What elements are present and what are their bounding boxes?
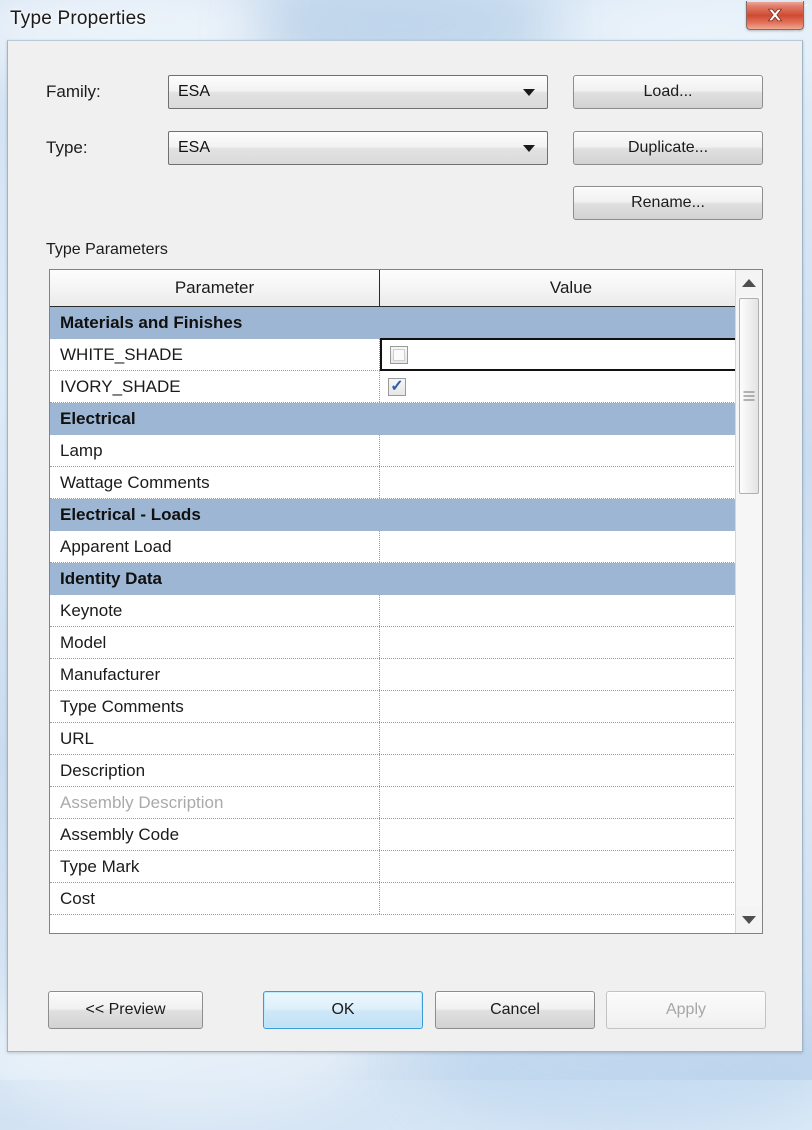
triangle-down-icon bbox=[742, 916, 756, 924]
parameter-name-cell: Apparent Load bbox=[50, 531, 380, 562]
preview-button[interactable]: << Preview bbox=[48, 991, 203, 1029]
parameter-name-cell: IVORY_SHADE bbox=[50, 371, 380, 402]
scrollbar-thumb[interactable] bbox=[739, 298, 759, 494]
chevron-down-icon bbox=[523, 89, 535, 96]
rename-button[interactable]: Rename... bbox=[573, 186, 763, 220]
family-row: Family: ESA Load... bbox=[8, 73, 802, 111]
table-row[interactable]: Assembly Description bbox=[50, 787, 762, 819]
parameter-group-label: Materials and Finishes bbox=[60, 313, 243, 332]
parameter-value-cell[interactable] bbox=[380, 659, 762, 690]
triangle-up-icon bbox=[742, 279, 756, 287]
parameter-name-cell: Keynote bbox=[50, 595, 380, 626]
ok-button[interactable]: OK bbox=[263, 991, 423, 1029]
table-row[interactable]: Lamp bbox=[50, 435, 762, 467]
parameter-group-header[interactable]: Electrical - Loads« bbox=[50, 499, 762, 531]
table-body: Materials and Finishes«WHITE_SHADEIVORY_… bbox=[50, 307, 762, 933]
parameter-name-cell: Description bbox=[50, 755, 380, 786]
column-header-parameter[interactable]: Parameter bbox=[50, 270, 380, 306]
scroll-down-button[interactable] bbox=[736, 907, 762, 933]
duplicate-button[interactable]: Duplicate... bbox=[573, 131, 763, 165]
checkbox-inner bbox=[393, 348, 405, 361]
parameter-value-cell[interactable] bbox=[380, 819, 762, 850]
dialog-body: Family: ESA Load... Type: ESA Duplicate.… bbox=[7, 40, 803, 1052]
parameter-value-cell[interactable] bbox=[380, 723, 762, 754]
load-button[interactable]: Load... bbox=[573, 75, 763, 109]
family-label: Family: bbox=[46, 82, 101, 101]
parameter-group-header[interactable]: Electrical« bbox=[50, 403, 762, 435]
checkbox-unchecked[interactable] bbox=[390, 345, 408, 364]
table-row[interactable]: IVORY_SHADE ✓ bbox=[50, 371, 762, 403]
parameter-name-cell: Type Comments bbox=[50, 691, 380, 722]
chevron-down-icon bbox=[523, 145, 535, 152]
parameter-group-header[interactable]: Identity Data« bbox=[50, 563, 762, 595]
scroll-up-button[interactable] bbox=[736, 270, 762, 296]
parameter-value-cell[interactable] bbox=[380, 755, 762, 786]
parameter-value-cell[interactable] bbox=[380, 691, 762, 722]
parameter-name-cell: Assembly Code bbox=[50, 819, 380, 850]
table-header-row: Parameter Value bbox=[50, 270, 762, 307]
parameter-group-label: Electrical - Loads bbox=[60, 505, 201, 524]
cancel-button[interactable]: Cancel bbox=[435, 991, 595, 1029]
parameter-name-cell: Type Mark bbox=[50, 851, 380, 882]
table-row[interactable]: Assembly Code bbox=[50, 819, 762, 851]
type-row: Type: ESA Duplicate... bbox=[8, 129, 802, 167]
parameter-value-cell[interactable] bbox=[380, 883, 762, 914]
table-row[interactable]: URL bbox=[50, 723, 762, 755]
column-header-value[interactable]: Value bbox=[380, 270, 762, 306]
parameter-value-cell[interactable] bbox=[380, 787, 762, 818]
parameter-value-cell[interactable] bbox=[380, 531, 762, 562]
table-row[interactable]: Wattage Comments bbox=[50, 467, 762, 499]
scrollbar-grip-icon bbox=[743, 391, 755, 401]
parameter-value-cell[interactable] bbox=[380, 435, 762, 466]
type-parameters-table: Parameter Value Materials and Finishes«W… bbox=[49, 269, 763, 934]
close-icon bbox=[767, 8, 783, 22]
parameter-value-cell[interactable]: ✓ bbox=[380, 371, 762, 402]
parameter-group-label: Identity Data bbox=[60, 569, 163, 588]
table-row[interactable]: Description bbox=[50, 755, 762, 787]
parameter-value-cell[interactable] bbox=[380, 851, 762, 882]
table-row[interactable]: Model bbox=[50, 627, 762, 659]
table-row[interactable]: Cost bbox=[50, 883, 762, 915]
parameter-name-cell: Wattage Comments bbox=[50, 467, 380, 498]
table-row[interactable]: Manufacturer bbox=[50, 659, 762, 691]
title-bar: Type Properties bbox=[0, 0, 812, 40]
family-combobox-value: ESA bbox=[178, 83, 211, 100]
window-title: Type Properties bbox=[10, 8, 147, 29]
parameter-value-cell[interactable] bbox=[380, 338, 762, 371]
family-combobox[interactable]: ESA bbox=[168, 75, 548, 109]
type-combobox-value: ESA bbox=[178, 139, 211, 156]
parameter-name-cell: Assembly Description bbox=[50, 787, 380, 818]
type-properties-dialog: Type Properties Family: ESA Load... Type… bbox=[0, 0, 812, 1080]
scrollbar-track[interactable] bbox=[736, 296, 762, 907]
parameter-name-cell: URL bbox=[50, 723, 380, 754]
parameter-value-cell[interactable] bbox=[380, 595, 762, 626]
type-combobox[interactable]: ESA bbox=[168, 131, 548, 165]
type-label: Type: bbox=[46, 138, 88, 157]
type-parameters-title: Type Parameters bbox=[46, 241, 168, 258]
parameter-name-cell: Model bbox=[50, 627, 380, 658]
parameter-group-label: Electrical bbox=[60, 409, 136, 428]
parameter-name-cell: Lamp bbox=[50, 435, 380, 466]
checkbox-checked[interactable]: ✓ bbox=[388, 377, 406, 396]
table-vertical-scrollbar[interactable] bbox=[735, 270, 762, 933]
check-icon: ✓ bbox=[390, 377, 404, 395]
parameter-name-cell: Cost bbox=[50, 883, 380, 914]
parameter-group-header[interactable]: Materials and Finishes« bbox=[50, 307, 762, 339]
parameter-value-cell[interactable] bbox=[380, 627, 762, 658]
parameter-name-cell: WHITE_SHADE bbox=[50, 339, 380, 370]
table-row[interactable]: WHITE_SHADE bbox=[50, 338, 762, 371]
table-row[interactable]: Apparent Load bbox=[50, 531, 762, 563]
apply-button: Apply bbox=[606, 991, 766, 1029]
table-row[interactable]: Type Comments bbox=[50, 691, 762, 723]
parameter-value-cell[interactable] bbox=[380, 467, 762, 498]
close-button[interactable] bbox=[746, 1, 804, 30]
table-row[interactable]: Keynote bbox=[50, 595, 762, 627]
table-row[interactable]: Type Mark bbox=[50, 851, 762, 883]
parameter-name-cell: Manufacturer bbox=[50, 659, 380, 690]
